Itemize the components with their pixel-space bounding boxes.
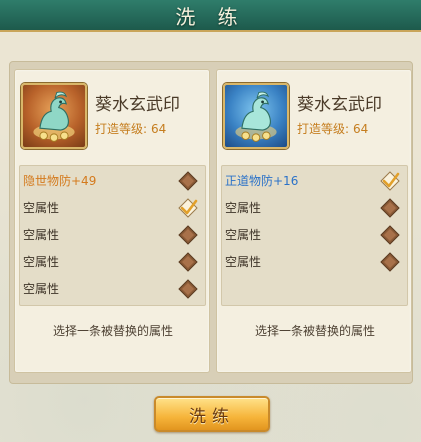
attribute-text: 隐世物防+49 <box>23 173 97 188</box>
wash-button-label: 洗练 <box>189 406 235 427</box>
attribute-text: 空属性 <box>225 254 262 269</box>
attribute-row[interactable]: 空属性 <box>222 194 409 220</box>
level-label: 打造等级: <box>95 122 148 136</box>
select-diamond-icon[interactable] <box>380 198 400 218</box>
attribute-row[interactable]: 隐世物防+49 <box>20 167 207 193</box>
hint-text: 选择一条被替换的属性 <box>52 324 173 338</box>
attribute-list: 隐世物防+49 空属性 空属性 空属性 空属性 <box>19 165 206 306</box>
wash-button[interactable]: 洗练 <box>154 396 270 432</box>
item-name: 葵水玄武印 <box>297 95 382 115</box>
level-value: 64 <box>353 122 369 136</box>
attribute-text: 空属性 <box>225 200 262 215</box>
select-diamond-icon[interactable] <box>178 225 198 245</box>
attribute-row[interactable]: 空属性 <box>222 248 409 274</box>
attribute-text: 空属性 <box>23 200 60 215</box>
select-diamond-icon[interactable] <box>178 252 198 272</box>
attribute-row[interactable]: 空属性 <box>20 248 207 274</box>
attribute-row[interactable]: 空属性 <box>20 275 207 301</box>
attribute-text: 空属性 <box>23 254 60 269</box>
attribute-text: 空属性 <box>23 281 60 296</box>
attribute-text: 空属性 <box>225 227 262 242</box>
attribute-row[interactable]: 正道物防+16 <box>222 167 409 193</box>
select-diamond-icon[interactable] <box>380 225 400 245</box>
select-diamond-icon[interactable] <box>178 171 198 191</box>
level-label: 打造等级: <box>297 122 350 136</box>
checked-diamond-icon[interactable] <box>178 198 198 218</box>
level-value: 64 <box>151 122 167 136</box>
attribute-row[interactable]: 空属性 <box>20 221 207 247</box>
left-item-panel: 葵水玄武印 打造等级: 64 隐世物防+49 空属性 空属性 空属性 空属性 选… <box>14 69 210 373</box>
title-bar: 洗 练 <box>0 0 421 32</box>
attribute-row[interactable]: 空属性 <box>20 194 207 220</box>
attribute-list: 正道物防+16 空属性 空属性 空属性 <box>221 165 408 306</box>
select-diamond-icon[interactable] <box>380 252 400 272</box>
checked-diamond-icon[interactable] <box>380 171 400 191</box>
hint-text: 选择一条被替换的属性 <box>254 324 375 338</box>
right-item-panel: 葵水玄武印 打造等级: 64 正道物防+16 空属性 空属性 空属性 选择一条被… <box>216 69 412 373</box>
attribute-text: 空属性 <box>23 227 60 242</box>
item-name: 葵水玄武印 <box>95 95 180 115</box>
select-diamond-icon[interactable] <box>178 279 198 299</box>
window-title: 洗 练 <box>175 4 246 29</box>
item-level: 打造等级: 64 <box>95 120 166 137</box>
turtle-snake-seal-icon[interactable] <box>223 83 289 149</box>
attribute-text: 正道物防+16 <box>225 173 299 188</box>
attribute-row[interactable]: 空属性 <box>222 221 409 247</box>
turtle-snake-seal-icon[interactable] <box>21 83 87 149</box>
compare-frame: 葵水玄武印 打造等级: 64 隐世物防+49 空属性 空属性 空属性 空属性 选… <box>9 61 413 384</box>
item-level: 打造等级: 64 <box>297 120 368 137</box>
